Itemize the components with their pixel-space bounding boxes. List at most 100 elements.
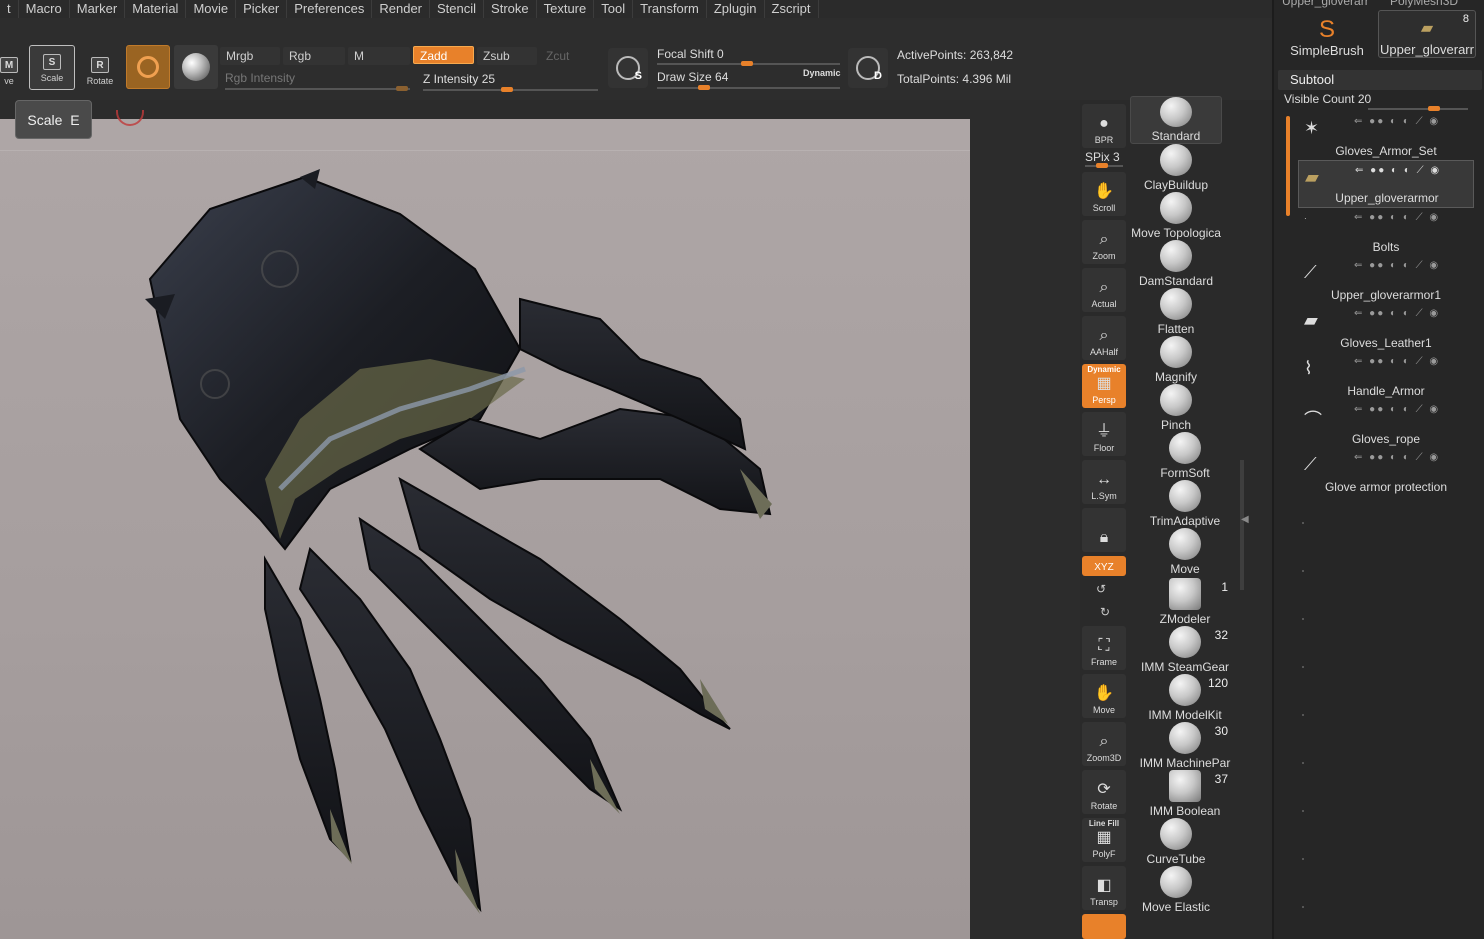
zsub-toggle[interactable]: Zsub [477,47,537,65]
subtool-item[interactable]: ✶ ⇐ ●● ◐ ◐ ⟋ ◉ Gloves_Armor_Set [1298,112,1474,160]
move-mode-button[interactable]: M ve [0,52,18,86]
brush-standard[interactable]: Standard [1130,96,1222,144]
brush-imm-boolean[interactable]: 37 IMM Boolean [1130,770,1240,818]
upper-gloverarmor-tool[interactable]: 8 ▰ Upper_gloverarr [1378,10,1476,58]
brush-zmodeler[interactable]: 1 ZModeler [1130,578,1240,626]
brush-pinch[interactable]: Pinch [1130,384,1222,432]
xyz-button[interactable]: XYZ [1082,556,1126,576]
collapse-arrow-icon[interactable]: ◀ [1241,514,1249,525]
rotate-z-icon[interactable]: ↻ [1100,605,1110,619]
rgb-toggle[interactable]: Rgb [283,47,345,65]
brush-move-elastic[interactable]: Move Elastic [1130,866,1222,914]
glove-model[interactable] [0,119,970,939]
focal-shift-knob[interactable] [741,61,753,66]
z-intensity-knob[interactable] [501,87,513,92]
menu-item-stroke[interactable]: Stroke [484,0,537,18]
menu-item-macro[interactable]: Macro [19,0,70,18]
subtool-visibility-icons[interactable]: ⇐ ●● ◐ ◐ ⟋ ◉ [1354,308,1440,319]
zoom3d-button[interactable]: ⌕ Zoom3D [1082,722,1126,766]
bpr-button[interactable]: ● BPR [1082,104,1126,148]
draw-size-slider[interactable] [657,87,840,89]
lsym-button[interactable]: ↔ L.Sym [1082,460,1126,504]
ghost-button[interactable] [1082,914,1126,939]
brush-imm-modelkit[interactable]: 120 IMM ModelKit [1130,674,1240,722]
m-toggle[interactable]: M [348,47,410,65]
subtool-visibility-icons[interactable]: ⇐ ●● ◐ ◐ ⟋ ◉ [1355,165,1441,176]
tool-top-left-label[interactable]: Upper_gloverarr [1282,0,1369,8]
brush-imm-machineparts[interactable]: 30 IMM MachinePar [1130,722,1240,770]
rotate-y-icon[interactable]: ↺ [1096,582,1106,596]
tool-top-right-label[interactable]: PolyMesh3D [1390,0,1458,8]
subtool-visibility-icons[interactable]: ⇐ ●● ◐ ◐ ⟋ ◉ [1354,356,1440,367]
rotate-mode-button[interactable]: R Rotate [80,50,120,88]
dynamic-label[interactable]: Dynamic [803,68,841,78]
zadd-toggle[interactable]: Zadd [413,46,474,64]
menu-item-material[interactable]: Material [125,0,187,18]
menu-item-picker[interactable]: Picker [236,0,288,18]
subtool-item[interactable]: ⟋ ⇐ ●● ◐ ◐ ⟋ ◉ Glove armor protection [1298,448,1474,496]
menu-item-tool[interactable]: Tool [594,0,634,18]
subtool-item[interactable]: ⟋ ⇐ ●● ◐ ◐ ⟋ ◉ Upper_gloverarmor1 [1298,256,1474,304]
brush-formsoft[interactable]: FormSoft [1130,432,1240,480]
simplebrush-tool[interactable]: S SimpleBrush [1278,10,1376,59]
frame-button[interactable]: ⛶ Frame [1082,626,1126,670]
subtool-scrollbar[interactable] [1286,116,1290,216]
splitter-bar[interactable] [1240,460,1244,590]
mrgb-toggle[interactable]: Mrgb [220,47,280,65]
brush-move-topological[interactable]: Move Topologica [1130,192,1222,240]
brush-claybuildup[interactable]: ClayBuildup [1130,144,1222,192]
zcut-toggle[interactable]: Zcut [540,47,600,65]
menu-item-zscript[interactable]: Zscript [765,0,819,18]
menu-item-alpha[interactable]: t [0,0,19,18]
menu-item-movie[interactable]: Movie [186,0,237,18]
subtool-header[interactable]: Subtool [1278,70,1482,90]
scale-mode-button[interactable]: S Scale [29,45,75,90]
brush-curvetube[interactable]: CurveTube [1130,818,1222,866]
spix-label[interactable]: SPix 3 [1085,150,1120,164]
subtool-visibility-icons[interactable]: ⇐ ●● ◐ ◐ ⟋ ◉ [1354,212,1440,223]
brush-imm-steamgear[interactable]: 32 IMM SteamGear [1130,626,1240,674]
move-view-button[interactable]: ✋ Move [1082,674,1126,718]
dynamic-size-button[interactable]: D [848,48,888,88]
persp-button[interactable]: Dynamic ▦ Persp [1082,364,1126,408]
material-button[interactable] [126,45,170,89]
subtool-item[interactable]: ▰ ⇐ ●● ◐ ◐ ⟋ ◉ Upper_gloverarmor [1298,160,1474,208]
zoom-button[interactable]: ⌕ Zoom [1082,220,1126,264]
menu-item-texture[interactable]: Texture [537,0,595,18]
menu-item-preferences[interactable]: Preferences [287,0,373,18]
spix-knob[interactable] [1096,163,1108,168]
material-sphere-button[interactable] [174,45,218,89]
menu-item-stencil[interactable]: Stencil [430,0,485,18]
lock-button[interactable]: 🔒︎ [1082,508,1126,552]
menu-item-transform[interactable]: Transform [633,0,707,18]
aahalf-button[interactable]: ⌕ AAHalf [1082,316,1126,360]
visible-count-slider[interactable] [1368,108,1468,110]
subtool-item[interactable]: ▰ ⇐ ●● ◐ ◐ ⟋ ◉ Gloves_Leather1 [1298,304,1474,352]
visible-count-knob[interactable] [1428,106,1440,111]
subtool-item[interactable]: · ⇐ ●● ◐ ◐ ⟋ ◉ Bolts [1298,208,1474,256]
subtool-visibility-icons[interactable]: ⇐ ●● ◐ ◐ ⟋ ◉ [1354,404,1440,415]
canvas-area[interactable] [0,100,1080,939]
brush-flatten[interactable]: Flatten [1130,288,1222,336]
subtool-item[interactable]: ⌇ ⇐ ●● ◐ ◐ ⟋ ◉ Handle_Armor [1298,352,1474,400]
menu-item-zplugin[interactable]: Zplugin [707,0,765,18]
rgb-intensity-knob[interactable] [396,86,408,91]
menu-item-marker[interactable]: Marker [70,0,126,18]
document-viewport[interactable] [0,119,970,939]
rotate-view-button[interactable]: ⟳ Rotate [1082,770,1126,814]
brush-trimadaptive[interactable]: TrimAdaptive [1130,480,1240,528]
brush-move[interactable]: Move [1130,528,1240,576]
rgb-intensity-slider[interactable] [225,88,410,90]
scroll-button[interactable]: ✋ Scroll [1082,172,1126,216]
brush-damstandard[interactable]: DamStandard [1130,240,1222,288]
polyf-button[interactable]: Line Fill ▦ PolyF [1082,818,1126,862]
subtool-visibility-icons[interactable]: ⇐ ●● ◐ ◐ ⟋ ◉ [1354,260,1440,271]
focal-shift-button[interactable]: S [608,48,648,88]
brush-magnify[interactable]: Magnify [1130,336,1222,384]
transp-button[interactable]: ◧ Transp [1082,866,1126,910]
subtool-visibility-icons[interactable]: ⇐ ●● ◐ ◐ ⟋ ◉ [1354,452,1440,463]
subtool-item[interactable]: ⌒ ⇐ ●● ◐ ◐ ⟋ ◉ Gloves_rope [1298,400,1474,448]
panel-splitter[interactable]: ◀ [1240,100,1272,939]
draw-size-knob[interactable] [698,85,710,90]
floor-button[interactable]: ⏚ Floor [1082,412,1126,456]
